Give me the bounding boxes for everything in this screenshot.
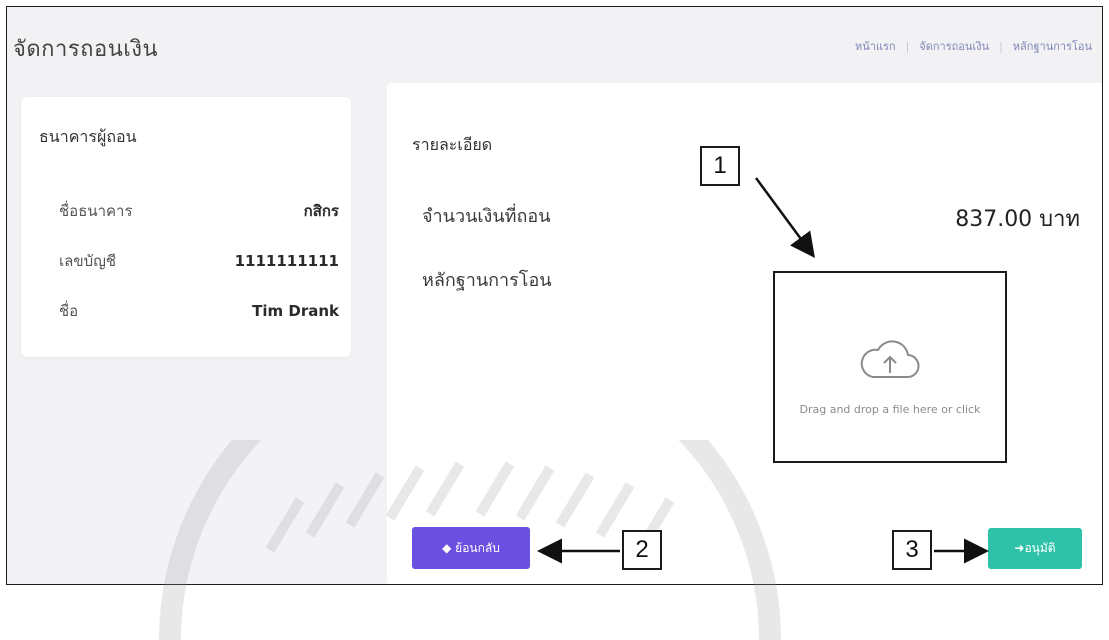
callout-2: 2 <box>622 530 662 570</box>
bank-card-heading: ธนาคารผู้ถอน <box>39 127 137 146</box>
arrow-right-icon: ➜ <box>1014 541 1025 555</box>
callout-1: 1 <box>700 146 740 186</box>
account-number-row: เลขบัญชี 1111111111 <box>59 249 339 273</box>
back-button-label: ย้อนกลับ <box>455 540 500 555</box>
file-upload-dropzone[interactable]: Drag and drop a file here or click <box>773 271 1007 463</box>
bank-info-card: ธนาคารผู้ถอน ชื่อธนาคาร กสิกร เลขบัญชี 1… <box>21 97 351 357</box>
detail-card: รายละเอียด จำนวนเงินที่ถอน 837.00 บาท หล… <box>387 83 1102 584</box>
approve-button[interactable]: ➜อนุมัติ <box>988 528 1082 569</box>
proof-label: หลักฐานการโอน <box>422 270 552 291</box>
bank-name-row: ชื่อธนาคาร กสิกร <box>59 199 339 223</box>
arrow-left-icon: ◆ <box>442 540 456 555</box>
account-name-label: ชื่อ <box>59 302 79 320</box>
approve-button-label: อนุมัติ <box>1024 541 1056 555</box>
breadcrumb-separator: | <box>905 40 910 53</box>
back-button[interactable]: ◆ ย้อนกลับ <box>412 527 530 569</box>
screenshot-frame: จัดการถอนเงิน หน้าแรก | จัดการถอนเงิน | หลัก… <box>6 6 1103 585</box>
bank-name-value: กสิกร <box>303 202 339 220</box>
detail-heading: รายละเอียด <box>412 135 493 154</box>
breadcrumb-item-proof: หลักฐานการโอน <box>1012 40 1092 53</box>
page-title: จัดการถอนเงิน <box>13 37 159 62</box>
account-number-label: เลขบัญชี <box>59 252 117 270</box>
amount-label: จำนวนเงินที่ถอน <box>422 206 551 227</box>
top-header: จัดการถอนเงิน หน้าแรก | จัดการถอนเงิน | หลัก… <box>7 7 1102 83</box>
account-name-row: ชื่อ Tim Drank <box>59 299 339 323</box>
upload-hint-text: Drag and drop a file here or click <box>799 403 981 416</box>
bank-name-label: ชื่อธนาคาร <box>59 202 133 220</box>
breadcrumb: หน้าแรก | จัดการถอนเงิน | หลักฐานการโอน <box>845 37 1102 55</box>
callout-3: 3 <box>892 530 932 570</box>
account-name-value: Tim Drank <box>252 302 339 320</box>
account-number-value: 1111111111 <box>234 252 339 270</box>
breadcrumb-item-withdraw[interactable]: จัดการถอนเงิน <box>919 40 989 53</box>
breadcrumb-item-home[interactable]: หน้าแรก <box>855 40 896 53</box>
amount-value: 837.00 บาท <box>955 207 1080 232</box>
breadcrumb-separator: | <box>999 40 1003 53</box>
cloud-upload-icon <box>860 340 920 379</box>
